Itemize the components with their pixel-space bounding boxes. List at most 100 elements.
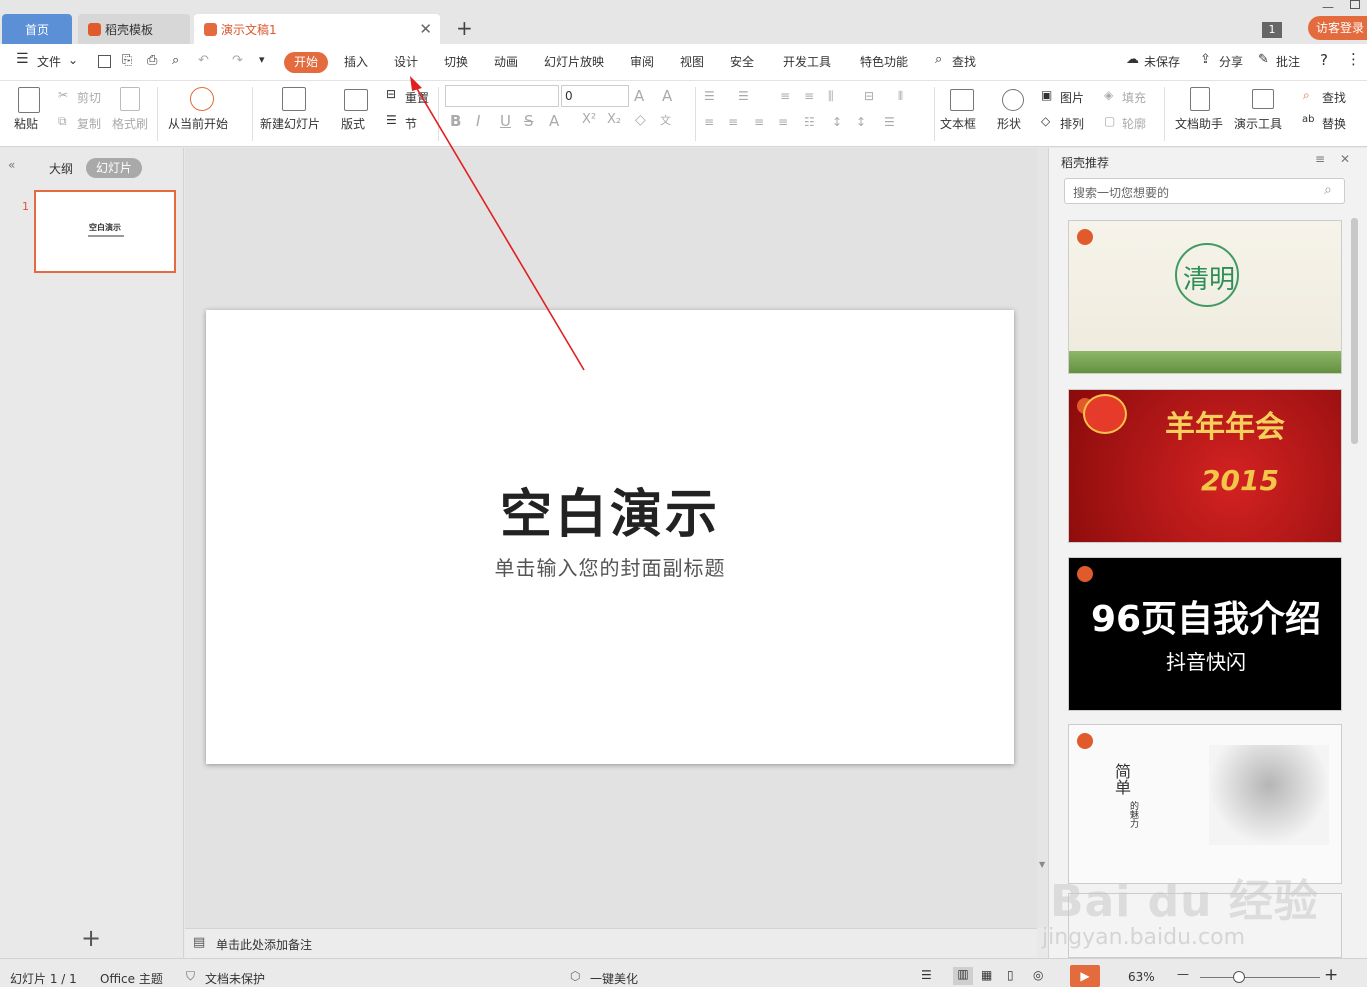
scroll-down-icon[interactable]: ▼ [1039, 860, 1045, 869]
tab-daoke-templates[interactable]: 稻壳模板 [78, 14, 190, 44]
align-center-icon[interactable]: ≡ [728, 115, 738, 129]
help-icon[interactable]: ? [1320, 51, 1328, 69]
page-count-badge[interactable]: 1 [1262, 22, 1282, 38]
template-card-self-intro[interactable]: 96页自我介绍 抖音快闪 [1068, 557, 1342, 711]
more-icon[interactable]: ⋮ [1346, 50, 1361, 68]
present-tools-button[interactable]: 演示工具 [1234, 115, 1282, 132]
search-icon[interactable]: ⌕ [1324, 182, 1332, 198]
tab-security[interactable]: 安全 [730, 53, 754, 70]
visitor-login-button[interactable]: 访客登录 [1308, 16, 1367, 40]
template-card-qingming[interactable]: 清明 [1068, 220, 1342, 374]
subscript-icon[interactable]: X₂ [607, 112, 621, 127]
normal-view-icon[interactable]: ▥ [953, 967, 973, 985]
layout-button[interactable]: 版式 [341, 115, 365, 132]
canvas-scrollbar[interactable]: ▼ [1037, 148, 1048, 928]
tab-insert[interactable]: 插入 [344, 53, 368, 70]
align-text-icon[interactable]: ⊟ [864, 89, 874, 103]
search-icon[interactable]: ⌕ [935, 52, 942, 67]
minimize-icon[interactable]: — [1322, 0, 1334, 14]
font-grow-icon[interactable]: A [634, 87, 644, 105]
tab-home[interactable]: 首页 [2, 14, 72, 44]
pinyin-icon[interactable]: 文 [660, 112, 671, 128]
distribute-icon[interactable]: ☷ [804, 115, 815, 129]
textbox-button[interactable]: 文本框 [940, 115, 976, 132]
slide-title[interactable]: 空白演示 [206, 472, 1014, 547]
zoom-level[interactable]: 63% [1128, 970, 1155, 984]
from-current-button[interactable]: 从当前开始 [168, 115, 228, 132]
cut-button[interactable]: 剪切 [77, 89, 101, 106]
export-icon[interactable]: ⎘ [122, 53, 132, 68]
undo-icon[interactable]: ↶ [198, 53, 209, 68]
zoom-slider-handle[interactable] [1233, 971, 1245, 983]
tab-developer[interactable]: 开发工具 [783, 53, 831, 70]
tab-review[interactable]: 审阅 [630, 53, 654, 70]
share-button[interactable]: 分享 [1219, 53, 1243, 70]
tab-view[interactable]: 视图 [680, 53, 704, 70]
file-dropdown-icon[interactable]: ⌄ [68, 53, 78, 67]
slide-thumbnail[interactable]: 空白演示 [34, 190, 176, 273]
zoom-slider-track[interactable] [1200, 977, 1320, 978]
clear-format-icon[interactable]: ◇ [635, 112, 646, 128]
template-card-nianhui[interactable]: 羊年年会 2015 [1068, 389, 1342, 543]
shape-button[interactable]: 形状 [997, 115, 1021, 132]
panel-scrollbar-thumb[interactable] [1351, 218, 1358, 444]
line-spacing-icon[interactable]: ↕ [832, 115, 842, 129]
hamburger-icon[interactable]: ☰ [16, 51, 29, 67]
sorter-view-icon[interactable]: ▦ [981, 968, 992, 982]
unsaved-status[interactable]: 未保存 [1144, 53, 1180, 70]
align-left-icon[interactable]: ≡ [704, 115, 714, 129]
fill-button[interactable]: 填充 [1122, 89, 1146, 106]
bullet-list-icon[interactable]: ☰ [704, 89, 715, 103]
new-tab-plus-icon[interactable]: + [456, 16, 473, 40]
copy-button[interactable]: 复制 [77, 115, 101, 132]
slide-subtitle[interactable]: 单击输入您的封面副标题 [206, 552, 1014, 581]
tab-slideshow[interactable]: 幻灯片放映 [544, 53, 604, 70]
beautify-button[interactable]: 一键美化 [590, 970, 638, 987]
panel-menu-icon[interactable]: ≡ [1315, 152, 1325, 166]
comment-button[interactable]: 批注 [1276, 53, 1300, 70]
template-card-jiandan[interactable]: 简单 的魅力 [1068, 724, 1342, 884]
save-icon[interactable] [98, 55, 111, 68]
maximize-icon[interactable] [1350, 0, 1360, 9]
current-slide[interactable]: 空白演示 单击输入您的封面副标题 [206, 310, 1014, 764]
tab-special[interactable]: 特色功能 [860, 53, 908, 70]
file-menu[interactable]: 文件 [37, 53, 61, 70]
align-right-icon[interactable]: ≡ [754, 115, 764, 129]
font-shrink-icon[interactable]: A [662, 87, 672, 105]
find-button[interactable]: 查找 [1322, 89, 1346, 106]
play-slideshow-button[interactable]: ▶ [1070, 965, 1100, 987]
tab-animation[interactable]: 动画 [494, 53, 518, 70]
format-painter-button[interactable]: 格式刷 [112, 115, 148, 132]
numbered-list-icon[interactable]: ☰ [738, 89, 749, 103]
columns-icon[interactable]: ⫴ [898, 89, 903, 104]
redo-icon[interactable]: ↷ [232, 53, 243, 68]
quick-access-dropdown-icon[interactable]: ▾ [259, 53, 265, 66]
picture-button[interactable]: 图片 [1060, 89, 1084, 106]
panel-close-icon[interactable]: ✕ [1340, 152, 1350, 166]
close-tab-icon[interactable]: ✕ [419, 20, 432, 38]
protect-status[interactable]: 文档未保护 [205, 970, 265, 987]
print-preview-icon[interactable]: ⌕ [172, 53, 179, 68]
notes-toggle-icon[interactable]: ☰ [921, 968, 932, 982]
decrease-indent-icon[interactable]: ≡ [780, 89, 790, 103]
new-slide-button[interactable]: 新建幻灯片 [260, 115, 320, 132]
add-slide-icon[interactable]: + [81, 926, 101, 950]
paragraph-spacing-icon[interactable]: ↕ [856, 115, 866, 129]
doc-helper-button[interactable]: 文档助手 [1175, 115, 1223, 132]
theme-name[interactable]: Office 主题 [100, 970, 163, 987]
outline-button[interactable]: 轮廓 [1122, 115, 1146, 132]
zoom-out-icon[interactable]: — [1177, 967, 1189, 981]
zoom-in-icon[interactable]: + [1324, 965, 1338, 985]
print-icon[interactable]: ⎙ [147, 53, 157, 68]
text-direction-icon[interactable]: ⫼ [828, 89, 834, 104]
search-command[interactable]: 查找 [952, 53, 976, 70]
increase-indent-icon[interactable]: ≡ [804, 89, 814, 103]
para-settings-icon[interactable]: ☰ [884, 115, 895, 129]
tab-design[interactable]: 设计 [394, 53, 418, 70]
reading-view-icon[interactable]: ▯ [1007, 968, 1014, 982]
replace-button[interactable]: 替换 [1322, 115, 1346, 132]
tab-transition[interactable]: 切换 [444, 53, 468, 70]
justify-icon[interactable]: ≡ [778, 115, 788, 129]
collapse-panel-icon[interactable]: « [8, 158, 15, 172]
outline-tab[interactable]: 大纲 [49, 160, 73, 177]
